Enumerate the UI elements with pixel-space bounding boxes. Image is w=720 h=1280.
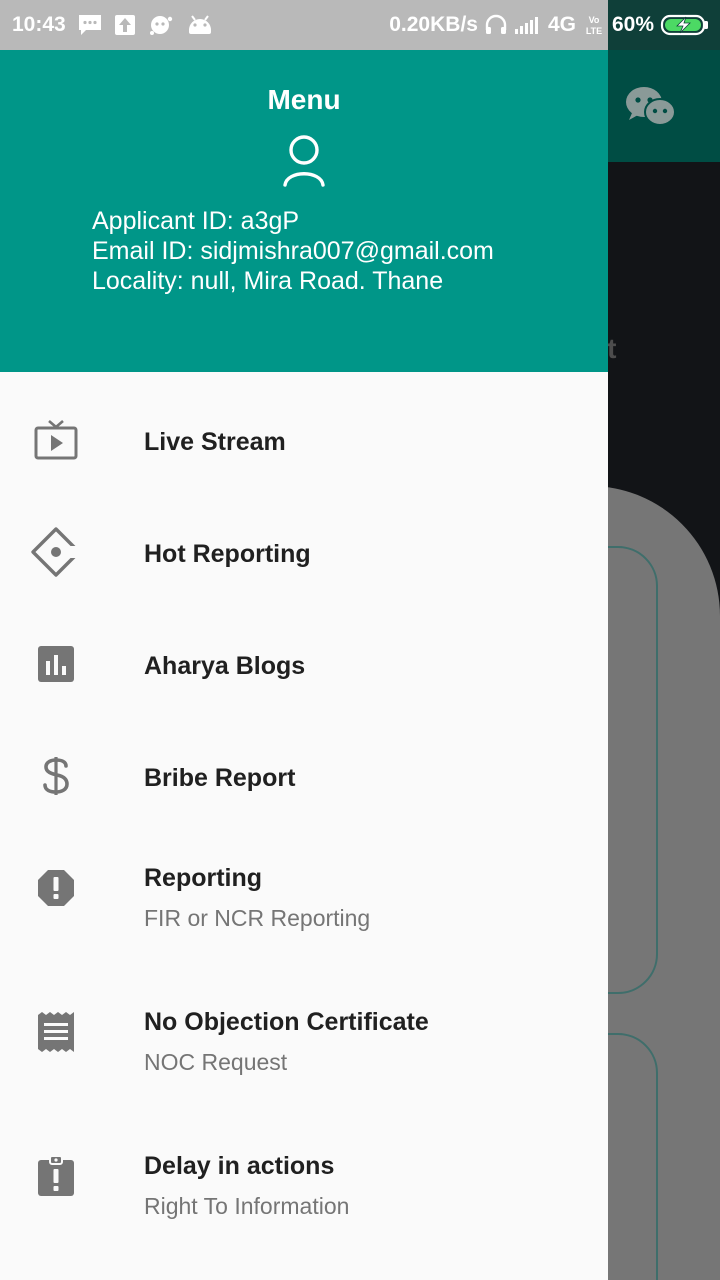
signal-icon (514, 15, 542, 35)
sms-icon (78, 14, 102, 36)
volte-icon: Vo LTE (582, 13, 606, 37)
menu-item-live-stream[interactable]: Live Stream (0, 408, 608, 520)
menu-item-reporting[interactable]: Reporting FIR or NCR Reporting (0, 856, 608, 1000)
menu-item-label: No Objection Certificate (144, 1008, 429, 1036)
menu-item-label: Live Stream (144, 428, 286, 456)
clipboard-alert-icon (30, 1150, 82, 1202)
status-time: 10:43 (12, 13, 66, 36)
drawer-header: Menu Applicant ID: a3gP Email ID: sidjmi… (0, 50, 608, 372)
menu-item-label: Hot Reporting (144, 540, 311, 568)
menu-item-bribe-report[interactable]: Bribe Report (0, 744, 608, 856)
assistant-icon (148, 14, 174, 36)
headset-icon (484, 14, 508, 36)
dollar-icon (30, 750, 82, 802)
status-bar: 10:43 0.20KB/s 4G Vo LTE 60% (0, 0, 720, 50)
locality: Locality: null, Mira Road. Thane (92, 267, 444, 295)
email-id: Email ID: sidjmishra007@gmail.com (92, 237, 494, 265)
battery-charging-icon (660, 13, 710, 37)
menu-item-subtitle: Right To Information (144, 1193, 350, 1219)
network-speed: 0.20KB/s (389, 13, 478, 36)
menu-item-subtitle: FIR or NCR Reporting (144, 905, 371, 931)
menu-item-aharya-blogs[interactable]: Aharya Blogs (0, 632, 608, 744)
tv-play-icon (30, 414, 82, 466)
menu-item-label: Aharya Blogs (144, 652, 306, 680)
upload-icon (114, 14, 136, 36)
android-icon (186, 14, 214, 36)
menu-item-label: Reporting (144, 864, 263, 892)
battery-percent: 60% (611, 13, 654, 36)
bar-chart-icon (30, 638, 82, 690)
svg-text:Vo: Vo (589, 15, 600, 25)
menu-item-label: Delay in actions (144, 1152, 335, 1180)
receipt-icon (30, 1006, 82, 1058)
menu-item-no-objection-certificate[interactable]: No Objection Certificate NOC Request (0, 1000, 608, 1144)
user-info: Applicant ID: a3gP Email ID: sidjmishra0… (92, 206, 494, 296)
diamond-target-icon (30, 526, 82, 578)
svg-text:LTE: LTE (586, 26, 602, 36)
navigation-drawer: Menu Applicant ID: a3gP Email ID: sidjmi… (0, 50, 608, 1280)
menu-item-delay-in-actions[interactable]: Delay in actions Right To Information (0, 1144, 608, 1280)
alert-octagon-icon (30, 862, 82, 914)
drawer-title: Menu (267, 84, 341, 115)
menu-item-label: Bribe Report (144, 764, 296, 792)
menu-item-hot-reporting[interactable]: Hot Reporting (0, 520, 608, 632)
applicant-id: Applicant ID: a3gP (92, 207, 300, 235)
user-avatar-icon (282, 134, 326, 193)
menu-item-subtitle: NOC Request (144, 1049, 288, 1075)
chat-icon[interactable] (624, 84, 678, 135)
network-type: 4G (547, 13, 576, 36)
